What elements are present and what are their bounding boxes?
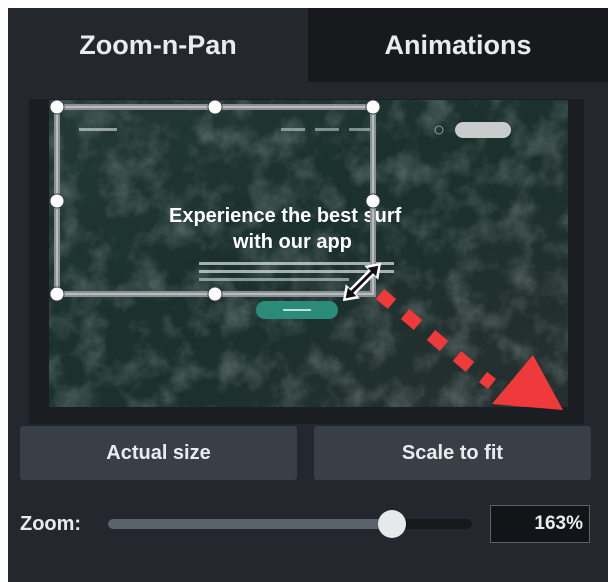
headline-line-2: with our app: [232, 231, 352, 253]
zoom-label: Zoom:: [20, 513, 82, 535]
handle-top-left[interactable]: [49, 99, 65, 115]
tab-bar: Zoom-n-Pan Animations: [8, 8, 608, 82]
preview-image: Experience the best surf with our app: [49, 100, 568, 407]
nav-signup-button: [455, 122, 511, 138]
headline-line-1: Experience the best surf: [169, 205, 402, 227]
tab-zoom-n-pan[interactable]: Zoom-n-Pan: [8, 8, 308, 82]
handle-bottom-left[interactable]: [49, 286, 65, 302]
handle-top-center[interactable]: [207, 99, 223, 115]
zoom-slider-fill: [108, 519, 392, 529]
scale-to-fit-button[interactable]: Scale to fit: [314, 426, 591, 480]
zoom-slider[interactable]: [108, 510, 472, 538]
zoom-value-input[interactable]: [490, 505, 590, 543]
tab-animations[interactable]: Animations: [308, 8, 608, 82]
actual-size-button[interactable]: Actual size: [20, 426, 297, 480]
zoom-slider-thumb[interactable]: [378, 510, 406, 538]
surf-website-thumbnail: Experience the best surf with our app: [49, 100, 568, 407]
handle-bottom-center[interactable]: [207, 286, 223, 302]
handle-middle-right[interactable]: [365, 193, 381, 209]
handle-top-right[interactable]: [365, 99, 381, 115]
handle-middle-left[interactable]: [49, 193, 65, 209]
